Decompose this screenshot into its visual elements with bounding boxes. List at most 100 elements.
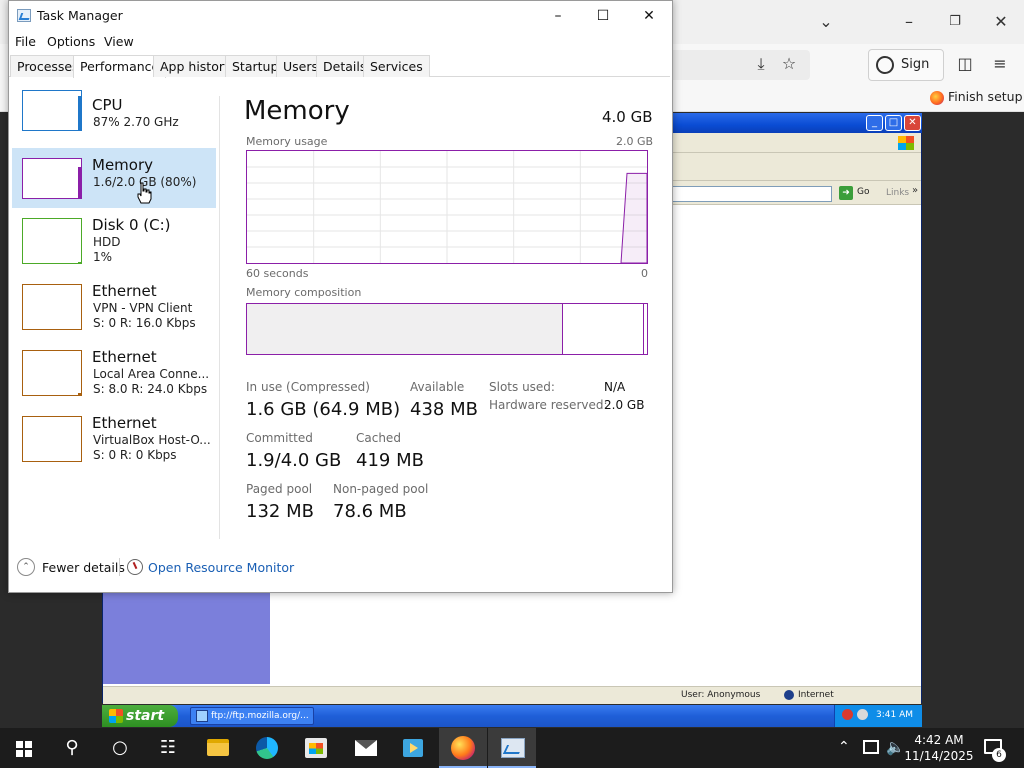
chevron-down-icon[interactable]: ⌄ bbox=[814, 10, 838, 34]
mail-icon bbox=[355, 740, 377, 756]
available-label: Available bbox=[410, 380, 465, 394]
minimize-icon[interactable]: – bbox=[897, 10, 921, 34]
maximize-icon[interactable]: ☐ bbox=[580, 2, 626, 30]
paged-pool-label: Paged pool bbox=[246, 482, 313, 496]
memory-composition-bar bbox=[246, 303, 648, 355]
xp-taskbar-item[interactable]: ftp://ftp.mozilla.org/... bbox=[190, 707, 314, 725]
close-icon[interactable]: ✕ bbox=[989, 10, 1013, 34]
slots-label: Slots used: bbox=[489, 380, 555, 394]
finish-setup-link[interactable]: Finish setup bbox=[948, 89, 1023, 104]
resource-memory[interactable]: Memory 1.6/2.0 GB (80%) bbox=[12, 148, 216, 208]
volume-muted-icon[interactable]: 🔈 bbox=[886, 738, 905, 756]
resource-ethernet-vbox[interactable]: Ethernet VirtualBox Host-O... S: 0 R: 0 … bbox=[12, 406, 216, 466]
account-icon bbox=[876, 56, 894, 74]
search-icon: ⚲ bbox=[65, 737, 79, 758]
resource-cpu[interactable]: CPU 87% 2.70 GHz bbox=[12, 90, 216, 150]
windows-flag-icon bbox=[898, 136, 914, 150]
network-icon[interactable] bbox=[863, 740, 879, 754]
thumbnail-level bbox=[78, 166, 81, 198]
thumbnail-level bbox=[78, 96, 81, 130]
xp-clock: 3:41 AM bbox=[876, 710, 913, 720]
close-icon[interactable]: ✕ bbox=[626, 2, 672, 30]
cached-label: Cached bbox=[356, 431, 401, 445]
composition-in-use bbox=[247, 304, 563, 354]
minimize-icon[interactable]: – bbox=[535, 2, 581, 30]
resource-thumbnail bbox=[22, 158, 82, 199]
resource-detail: 1% bbox=[93, 250, 113, 264]
go-arrow-icon[interactable]: ➜ bbox=[839, 186, 853, 200]
resource-name: Ethernet bbox=[92, 348, 157, 366]
menu-view[interactable]: View bbox=[104, 34, 134, 49]
detail-title: Memory bbox=[244, 96, 350, 126]
task-manager-icon bbox=[501, 738, 525, 758]
edge-icon bbox=[256, 737, 278, 759]
usage-graph-max: 2.0 GB bbox=[616, 135, 654, 148]
composition-label: Memory composition bbox=[246, 286, 362, 299]
resource-ethernet-lan[interactable]: Ethernet Local Area Conne... S: 8.0 R: 2… bbox=[12, 340, 216, 400]
chevron-right-icon[interactable]: » bbox=[912, 185, 918, 196]
xp-minimize-icon[interactable]: _ bbox=[866, 115, 883, 131]
extensions-icon[interactable]: ◫ bbox=[953, 52, 977, 76]
tab-strip: Processes Performance App history Startu… bbox=[9, 54, 670, 78]
committed-label: Committed bbox=[246, 431, 313, 445]
menu-icon[interactable]: ≡ bbox=[988, 52, 1012, 76]
tab-services[interactable]: Services bbox=[363, 55, 430, 77]
ie-page-icon bbox=[196, 710, 208, 722]
graph-time-left: 60 seconds bbox=[246, 267, 309, 280]
memory-usage-graph bbox=[246, 150, 648, 264]
xp-address-input[interactable] bbox=[670, 186, 832, 202]
xp-links[interactable]: Links bbox=[886, 188, 909, 198]
chevron-up-icon[interactable]: ⌃ bbox=[838, 739, 850, 755]
graph-time-right: 0 bbox=[641, 267, 648, 280]
available-value: 438 MB bbox=[410, 399, 478, 420]
resource-name: Disk 0 (C:) bbox=[92, 216, 171, 234]
resource-thumbnail bbox=[22, 416, 82, 462]
notification-count: 6 bbox=[992, 748, 1006, 762]
task-manager-icon bbox=[17, 9, 31, 22]
resource-name: Memory bbox=[92, 156, 154, 174]
resource-thumbnail bbox=[22, 90, 82, 131]
resource-name: CPU bbox=[92, 96, 123, 114]
fewer-details-button[interactable]: Fewer details bbox=[42, 560, 125, 575]
detail-total: 4.0 GB bbox=[602, 108, 653, 126]
windows-logo-icon bbox=[16, 741, 32, 757]
panel-divider bbox=[219, 96, 220, 539]
clock[interactable]: 4:42 AM 11/14/2025 bbox=[904, 732, 974, 764]
star-icon[interactable]: ☆ bbox=[777, 52, 801, 76]
resource-disk[interactable]: Disk 0 (C:) HDD 1% bbox=[12, 208, 216, 268]
restore-icon[interactable]: ❐ bbox=[943, 10, 967, 34]
xp-status-user: User: Anonymous bbox=[681, 690, 761, 700]
resource-monitor-icon bbox=[127, 559, 143, 575]
firefox-icon bbox=[451, 736, 475, 760]
media-player-icon bbox=[403, 739, 423, 757]
chevron-up-icon[interactable]: ⌃ bbox=[17, 558, 35, 576]
store-icon bbox=[305, 738, 327, 758]
resource-ethernet-vpn[interactable]: Ethernet VPN - VPN Client S: 0 R: 16.0 K… bbox=[12, 274, 216, 334]
resource-detail: VPN - VPN Client bbox=[93, 301, 193, 315]
security-alert-icon[interactable] bbox=[842, 709, 853, 720]
open-resource-monitor-link[interactable]: Open Resource Monitor bbox=[148, 560, 294, 575]
in-use-value: 1.6 GB (64.9 MB) bbox=[246, 399, 401, 420]
non-paged-pool-label: Non-paged pool bbox=[333, 482, 429, 496]
clock-time: 4:42 AM bbox=[914, 733, 964, 747]
hw-reserved-value: 2.0 GB bbox=[604, 398, 645, 412]
tray-icon[interactable] bbox=[857, 709, 868, 720]
hand-cursor-icon bbox=[137, 182, 152, 204]
usage-series bbox=[620, 172, 647, 263]
non-paged-pool-value: 78.6 MB bbox=[333, 501, 407, 522]
xp-close-icon[interactable]: ✕ bbox=[904, 115, 921, 131]
slots-value: N/A bbox=[604, 380, 626, 394]
cached-value: 419 MB bbox=[356, 450, 424, 471]
xp-maximize-icon[interactable]: □ bbox=[885, 115, 902, 131]
menu-options[interactable]: Options bbox=[47, 34, 95, 49]
resource-detail: S: 0 R: 16.0 Kbps bbox=[93, 316, 196, 330]
download-icon[interactable]: ⤓ bbox=[749, 52, 773, 76]
resource-detail: 87% 2.70 GHz bbox=[93, 115, 179, 129]
window-title: Task Manager bbox=[37, 8, 123, 23]
resource-thumbnail bbox=[22, 218, 82, 264]
menu-file[interactable]: File bbox=[15, 34, 36, 49]
windows-flag-icon bbox=[109, 709, 123, 723]
composition-marker bbox=[643, 304, 644, 354]
xp-go-button[interactable]: Go bbox=[857, 187, 869, 197]
hw-reserved-label: Hardware reserved: bbox=[489, 398, 608, 412]
